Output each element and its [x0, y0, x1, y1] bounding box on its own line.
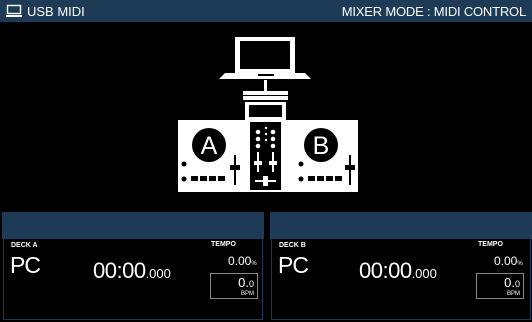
deck-a-tempo-number: 0.00	[228, 254, 252, 268]
deck-b-time-main: 00:00	[359, 258, 412, 283]
deck-b-tempo-label: TEMPO	[478, 241, 503, 248]
deck-b-source: PC	[278, 252, 309, 278]
deck-b-letter: B	[313, 132, 330, 160]
top-status-bar: USB MIDI MIXER MODE : MIDI CONTROL	[0, 0, 532, 22]
deck-a-bpm-dec: 0	[248, 279, 254, 289]
deck-b-tempo-number: 0.00	[494, 254, 518, 268]
deck-a-tempo-value: 0.00%	[228, 254, 257, 268]
source-indicator: USB MIDI	[6, 4, 85, 19]
deck-a-label: DECK A	[11, 242, 38, 249]
deck-a-letter: A	[201, 132, 218, 160]
controller-icon: A B	[178, 91, 358, 192]
laptop-icon	[219, 37, 311, 79]
deck-a-bpm-box: 0.0 BPM	[210, 273, 258, 299]
monitor-icon	[6, 4, 22, 17]
deck-b-bpm-int: 0.	[504, 275, 515, 290]
deck-b-tempo-unit: %	[517, 261, 523, 267]
deck-b-time: 00:00.000	[359, 258, 437, 284]
deck-a-source: PC	[10, 252, 41, 278]
deck-b-tempo-value: 0.00%	[494, 254, 523, 268]
deck-a-panel: DECK A TEMPO PC 00:00.000 0.00% 0.0 BPM	[2, 212, 264, 320]
deck-b-bpm-box: 0.0 BPM	[476, 273, 524, 299]
connection-diagram: A B	[178, 37, 358, 192]
source-label: USB MIDI	[27, 3, 85, 19]
deck-a-time: 00:00.000	[93, 258, 171, 284]
deck-b-time-ms: .000	[411, 266, 437, 281]
deck-a-bpm-value: 0.0	[211, 276, 254, 291]
deck-b-bpm-dec: 0	[514, 279, 520, 289]
deck-a-time-ms: .000	[145, 266, 171, 281]
deck-a-tempo-unit: %	[251, 261, 257, 267]
deck-a-tempo-label: TEMPO	[211, 241, 236, 248]
deck-b-label: DECK B	[279, 242, 306, 249]
deck-a-time-main: 00:00	[93, 258, 146, 283]
deck-b-waveform-band	[270, 212, 532, 239]
deck-b-panel: DECK B TEMPO PC 00:00.000 0.00% 0.0 BPM	[270, 212, 532, 320]
deck-a-waveform-band	[2, 212, 264, 239]
deck-b-bpm-unit: BPM	[506, 291, 520, 297]
connection-line	[264, 80, 267, 91]
deck-a-bpm-int: 0.	[238, 275, 249, 290]
deck-b-bpm-value: 0.0	[477, 276, 520, 291]
deck-a-bpm-unit: BPM	[240, 291, 254, 297]
mixer-mode-label: MIXER MODE : MIDI CONTROL	[341, 3, 526, 19]
